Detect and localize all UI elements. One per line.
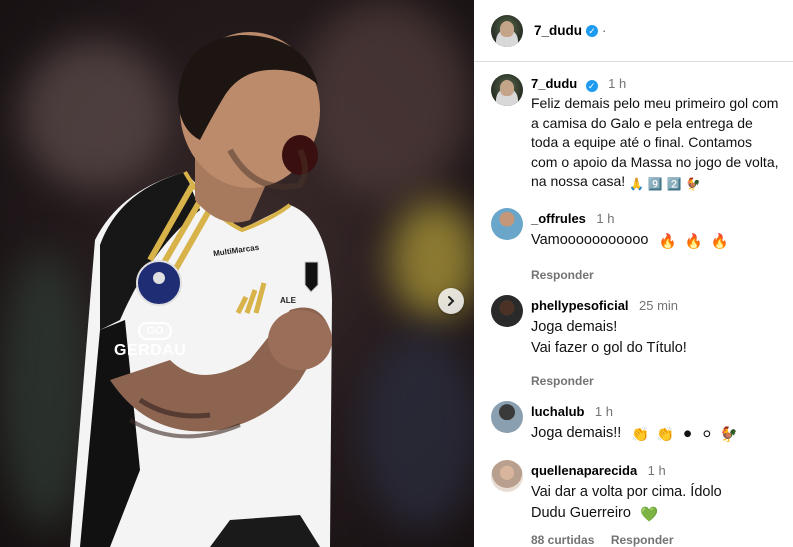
commenter-username[interactable]: luchalub <box>531 404 584 419</box>
comment-text: Dudu Guerreiro <box>531 505 631 521</box>
commenter-avatar[interactable] <box>491 208 523 240</box>
fire-emoji: 🔥 <box>658 234 677 250</box>
author-avatar[interactable] <box>491 14 523 47</box>
caption-line: toda a equipe até o final. Contamos <box>531 134 753 150</box>
post-header: 7_dudu ✓ · <box>474 0 793 62</box>
comment-time[interactable]: 1 h <box>648 463 666 478</box>
reply-button[interactable]: Responder <box>611 533 674 547</box>
rooster-emoji: 🐓 <box>719 427 738 443</box>
comment-item: quellenaparecida 1 h Vai dar a volta por… <box>491 460 791 547</box>
chevron-right-icon <box>448 296 455 306</box>
player-photo <box>70 32 332 547</box>
comment-time[interactable]: 25 min <box>639 298 678 313</box>
post-side-panel: 7_dudu ✓ · 7_dudu ✓ 1 h Feliz demais pel… <box>474 0 793 547</box>
rooster-emoji: 🐓 <box>685 177 701 191</box>
fire-emoji: 🔥 <box>684 234 703 250</box>
comment-time[interactable]: 1 h <box>595 404 613 419</box>
keycap-9-emoji: 9️⃣ <box>647 177 663 191</box>
keycap-2-emoji: 2️⃣ <box>666 177 682 191</box>
caption-line: a camisa do Galo e pela entrega de <box>531 114 753 131</box>
caption-line: Feliz demais pelo meu primeiro gol com <box>531 95 779 111</box>
clap-emoji: 👏 <box>631 427 650 443</box>
comment-time[interactable]: 1 h <box>596 211 614 226</box>
fire-emoji: 🔥 <box>710 234 729 250</box>
author-username[interactable]: 7_dudu <box>534 23 582 38</box>
verified-badge-icon: ✓ <box>585 80 598 92</box>
reply-button[interactable]: Responder <box>531 374 594 388</box>
caption-author-username[interactable]: 7_dudu <box>531 76 577 91</box>
comment-text: Joga demais!! <box>531 425 622 441</box>
comment-text: Vai fazer o gol do Título! <box>531 340 687 356</box>
caption-line: com o apoio da Massa no jogo de volta, <box>531 153 779 170</box>
black-circle-emoji: ⚫ <box>681 427 694 443</box>
sleeve-sponsor-text: GERDAU <box>114 342 187 359</box>
comment-item: _offrules 1 h Vamooooooooooo 🔥 🔥 🔥 Respo… <box>491 208 791 282</box>
commenter-avatar[interactable] <box>491 295 523 327</box>
sleeve-badge-text: GO <box>138 322 172 340</box>
caption-author-avatar[interactable] <box>491 74 523 106</box>
comment-text: Joga demais! <box>531 319 618 335</box>
post-caption: 7_dudu ✓ 1 h Feliz demais pelo meu prime… <box>491 74 791 199</box>
caption-text: Feliz demais pelo meu primeiro gol com a… <box>531 94 791 195</box>
commenter-avatar[interactable] <box>491 401 523 433</box>
caption-line: na nossa casa! <box>531 173 626 189</box>
caption-time[interactable]: 1 h <box>608 76 626 91</box>
pray-emoji: 🙏 <box>629 177 645 191</box>
comment-text: Vamooooooooooo <box>531 232 649 248</box>
comment-likes[interactable]: 88 curtidas <box>531 533 594 547</box>
post-media[interactable]: GO GERDAU MultiMarcas ALE <box>0 0 474 547</box>
commenter-username[interactable]: _offrules <box>531 211 586 226</box>
verified-badge-icon: ✓ <box>586 24 599 37</box>
white-circle-emoji: ⚪ <box>700 427 713 443</box>
commenter-username[interactable]: phellypesoficial <box>531 298 629 313</box>
comment-text: Vai dar a volta por cima. Ídolo <box>531 484 722 500</box>
commenter-username[interactable]: quellenaparecida <box>531 463 637 478</box>
green-heart-emoji: 💚 <box>639 507 659 523</box>
clap-emoji: 👏 <box>656 427 675 443</box>
ale-text: ALE <box>280 296 296 305</box>
next-image-button[interactable] <box>438 288 464 314</box>
reply-button[interactable]: Responder <box>531 268 594 282</box>
header-separator: · <box>602 23 607 38</box>
comment-item: phellypesoficial 25 min Joga demais! Vai… <box>491 295 791 388</box>
commenter-avatar[interactable] <box>491 460 523 492</box>
